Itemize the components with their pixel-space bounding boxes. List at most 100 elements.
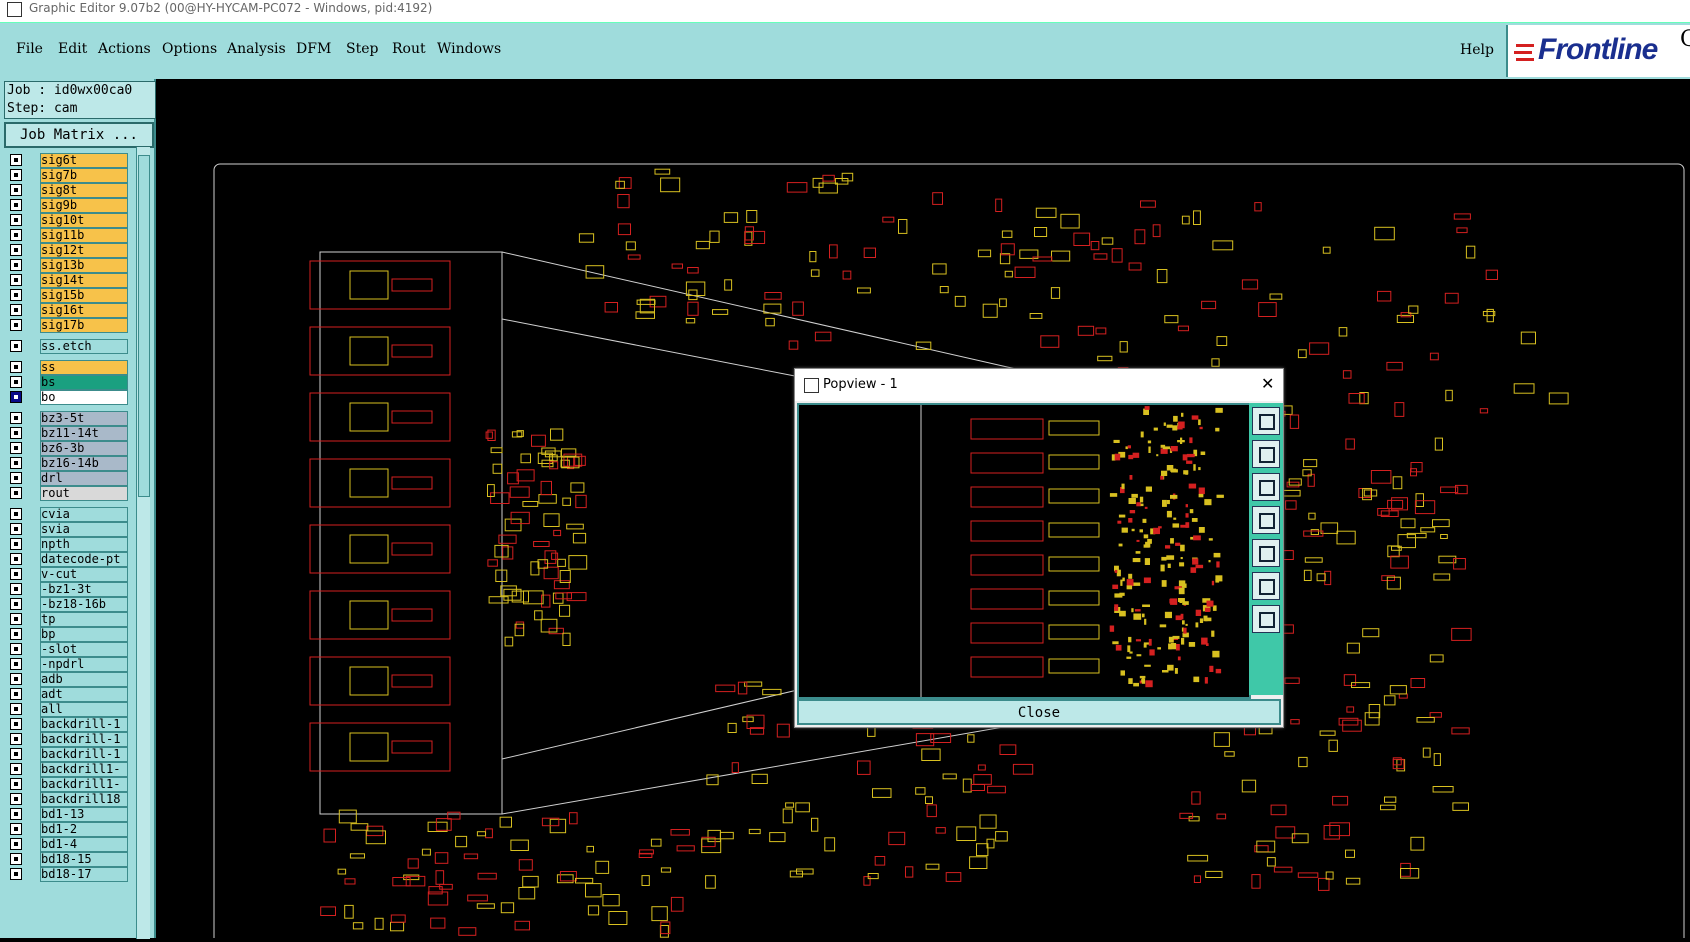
layer-name[interactable]: sig12t — [40, 243, 128, 258]
layer-checkbox[interactable] — [10, 553, 22, 565]
layer-checkbox[interactable] — [10, 340, 22, 352]
menu-windows[interactable]: Windows — [437, 41, 501, 57]
popview-close-button[interactable]: Close — [797, 699, 1281, 725]
layer-row[interactable]: backdrill-1 — [4, 732, 128, 747]
layer-row[interactable]: backdrill-1 — [4, 717, 128, 732]
layer-checkbox[interactable] — [10, 868, 22, 880]
layer-row[interactable]: svia — [4, 522, 128, 537]
layer-name[interactable]: ss — [40, 360, 128, 375]
layer-name[interactable]: sig13b — [40, 258, 128, 273]
layer-checkbox[interactable] — [10, 244, 22, 256]
layer-row[interactable]: bd18-15 — [4, 852, 128, 867]
layer-checkbox[interactable] — [10, 376, 22, 388]
layer-name[interactable]: svia — [40, 522, 128, 537]
layer-row[interactable]: sig15b — [4, 288, 128, 303]
layer-name[interactable]: adt — [40, 687, 128, 702]
layer-name[interactable]: -npdrl — [40, 657, 128, 672]
layer-name[interactable]: sig16t — [40, 303, 128, 318]
layer-checkbox[interactable] — [10, 613, 22, 625]
layer-checkbox[interactable] — [10, 688, 22, 700]
layer-name[interactable]: sig6t — [40, 153, 128, 168]
layer-row[interactable]: backdrill1- — [4, 777, 128, 792]
layer-checkbox[interactable] — [10, 853, 22, 865]
layer-checkbox[interactable] — [10, 523, 22, 535]
zoom-in-button[interactable] — [1252, 572, 1280, 600]
layer-checkbox[interactable] — [10, 214, 22, 226]
layer-row[interactable]: -slot — [4, 642, 128, 657]
layer-row[interactable]: bz16-14b — [4, 456, 128, 471]
menu-dfm[interactable]: DFM — [296, 41, 331, 57]
layer-row[interactable]: ss — [4, 360, 128, 375]
layer-name[interactable]: v-cut — [40, 567, 128, 582]
menu-analysis[interactable]: Analysis — [227, 41, 286, 57]
layer-row[interactable]: bs — [4, 375, 128, 390]
layer-row[interactable]: ss.etch — [4, 339, 128, 354]
layer-row[interactable]: sig7b — [4, 168, 128, 183]
layer-row[interactable]: npth — [4, 537, 128, 552]
layer-checkbox[interactable] — [10, 229, 22, 241]
layer-checkbox[interactable] — [10, 427, 22, 439]
layer-name[interactable]: -bz1-3t — [40, 582, 128, 597]
layer-name[interactable]: bp — [40, 627, 128, 642]
layer-row[interactable]: backdrill-1 — [4, 747, 128, 762]
layer-row[interactable]: bd18-17 — [4, 867, 128, 882]
layer-name[interactable]: cvia — [40, 507, 128, 522]
layer-row[interactable]: -npdrl — [4, 657, 128, 672]
layer-name[interactable]: -bz18-16b — [40, 597, 128, 612]
layer-row[interactable]: -bz1-3t — [4, 582, 128, 597]
layer-row[interactable]: cvia — [4, 507, 128, 522]
layer-name[interactable]: bo — [40, 390, 128, 405]
layer-row[interactable]: sig10t — [4, 213, 128, 228]
layer-row[interactable]: drl — [4, 471, 128, 486]
layer-name[interactable]: bz16-14b — [40, 456, 128, 471]
layer-name[interactable]: sig7b — [40, 168, 128, 183]
layer-row[interactable]: bd1-13 — [4, 807, 128, 822]
layer-name[interactable]: sig15b — [40, 288, 128, 303]
layer-name[interactable]: all — [40, 702, 128, 717]
layer-row[interactable]: datecode-pt — [4, 552, 128, 567]
layer-checkbox[interactable] — [10, 778, 22, 790]
layer-name[interactable]: npth — [40, 537, 128, 552]
layer-name[interactable]: backdrill18 — [40, 792, 128, 807]
layer-name[interactable]: adb — [40, 672, 128, 687]
layer-checkbox[interactable] — [10, 442, 22, 454]
layer-row[interactable]: adb — [4, 672, 128, 687]
layer-checkbox[interactable] — [10, 274, 22, 286]
layer-name[interactable]: bd1-13 — [40, 807, 128, 822]
layer-name[interactable]: bd18-15 — [40, 852, 128, 867]
layer-name[interactable]: backdrill1- — [40, 762, 128, 777]
layer-checkbox[interactable] — [10, 538, 22, 550]
layer-scrollbar[interactable] — [136, 147, 150, 939]
layer-name[interactable]: datecode-pt — [40, 552, 128, 567]
layer-name[interactable]: bd18-17 — [40, 867, 128, 882]
layer-row[interactable]: v-cut — [4, 567, 128, 582]
layer-checkbox[interactable] — [10, 487, 22, 499]
layer-checkbox[interactable] — [10, 748, 22, 760]
layer-row[interactable]: bd1-4 — [4, 837, 128, 852]
layer-name[interactable]: sig14t — [40, 273, 128, 288]
layer-row[interactable]: backdrill1- — [4, 762, 128, 777]
layer-name[interactable]: backdrill-1 — [40, 732, 128, 747]
layer-name[interactable]: bd1-2 — [40, 822, 128, 837]
layer-row[interactable]: sig12t — [4, 243, 128, 258]
layer-name[interactable]: sig8t — [40, 183, 128, 198]
layer-row[interactable]: sig11b — [4, 228, 128, 243]
layer-checkbox[interactable] — [10, 154, 22, 166]
close-icon[interactable]: ✕ — [1261, 374, 1274, 393]
layer-name[interactable]: bz3-5t — [40, 411, 128, 426]
layer-checkbox[interactable] — [10, 412, 22, 424]
layer-checkbox[interactable] — [10, 472, 22, 484]
layer-checkbox[interactable] — [10, 598, 22, 610]
layer-name[interactable]: -slot — [40, 642, 128, 657]
layer-row[interactable]: sig9b — [4, 198, 128, 213]
pan-left-button[interactable] — [1252, 506, 1280, 534]
layer-name[interactable]: backdrill1- — [40, 777, 128, 792]
layer-checkbox[interactable] — [10, 703, 22, 715]
layer-row[interactable]: -bz18-16b — [4, 597, 128, 612]
menu-edit[interactable]: Edit — [58, 41, 87, 57]
layer-name[interactable]: tp — [40, 612, 128, 627]
layer-checkbox[interactable] — [10, 508, 22, 520]
layer-checkbox[interactable] — [10, 718, 22, 730]
layer-row[interactable]: sig8t — [4, 183, 128, 198]
layer-name[interactable]: bz6-3b — [40, 441, 128, 456]
